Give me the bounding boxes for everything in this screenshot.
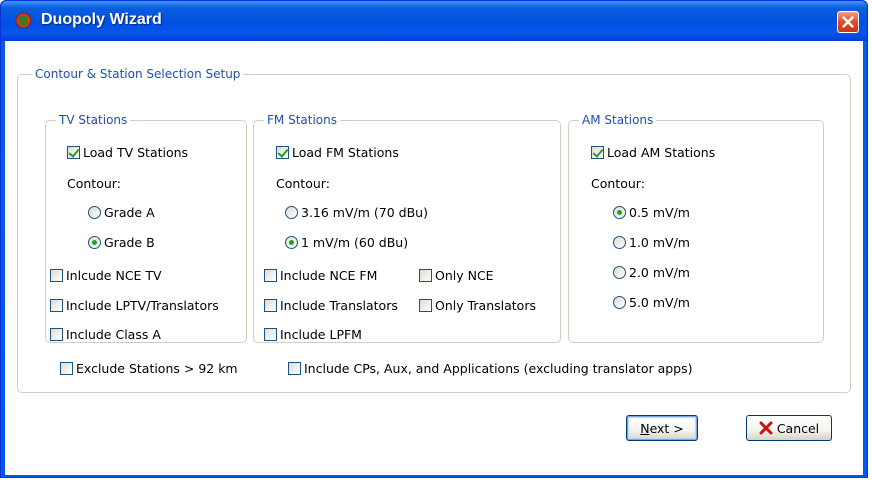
tv-stations-group: TV Stations Load TV Stations Contour: Gr… <box>45 113 247 343</box>
title-bar[interactable]: Duopoly Wizard <box>1 1 867 41</box>
radio-circle[interactable] <box>613 296 626 309</box>
radio-circle[interactable] <box>613 206 626 219</box>
am-50-radio[interactable]: 5.0 mV/m <box>613 295 690 310</box>
only-translators-label: Only Translators <box>435 298 536 313</box>
include-class-a-checkbox[interactable]: Include Class A <box>50 327 161 342</box>
include-class-a-label: Include Class A <box>66 327 161 342</box>
fm-stations-legend: FM Stations <box>264 113 340 127</box>
include-cps-label: Include CPs, Aux, and Applications (excl… <box>304 361 693 376</box>
fm-70dbu-radio[interactable]: 3.16 mV/m (70 dBu) <box>285 205 428 220</box>
fm-stations-group: FM Stations Load FM Stations Contour: 3.… <box>253 113 561 343</box>
exclude-stations-checkbox[interactable]: Exclude Stations > 92 km <box>60 361 238 376</box>
tv-grade-b-label: Grade B <box>104 235 155 250</box>
am-20-radio[interactable]: 2.0 mV/m <box>613 265 690 280</box>
am-10-radio[interactable]: 1.0 mV/m <box>613 235 690 250</box>
include-nce-fm-label: Include NCE FM <box>280 268 378 283</box>
load-am-stations-checkbox[interactable]: Load AM Stations <box>591 145 715 160</box>
include-lpfm-checkbox[interactable]: Include LPFM <box>264 327 362 342</box>
fm-contour-label: Contour: <box>276 176 330 191</box>
only-nce-label: Only NCE <box>435 268 494 283</box>
cancel-button-label: Cancel <box>776 420 820 436</box>
radio-circle[interactable] <box>88 236 101 249</box>
checkbox-box[interactable] <box>50 269 63 282</box>
checkbox-box[interactable] <box>50 328 63 341</box>
window-title: Duopoly Wizard <box>41 11 162 28</box>
load-am-stations-label: Load AM Stations <box>607 145 716 160</box>
fm-60dbu-label: 1 mV/m (60 dBu) <box>301 235 409 250</box>
include-lptv-label: Include LPTV/Translators <box>66 298 219 313</box>
am-05-label: 0.5 mV/m <box>629 205 690 220</box>
checkbox-box[interactable] <box>67 146 80 159</box>
close-icon <box>842 16 854 28</box>
next-button[interactable]: Next > <box>626 415 698 441</box>
radio-circle[interactable] <box>613 236 626 249</box>
am-stations-legend: AM Stations <box>579 113 657 127</box>
checkbox-box[interactable] <box>264 269 277 282</box>
setup-group-legend: Contour & Station Selection Setup <box>32 67 244 81</box>
radio-circle[interactable] <box>285 206 298 219</box>
load-tv-stations-checkbox[interactable]: Load TV Stations <box>67 145 188 160</box>
include-cps-checkbox[interactable]: Include CPs, Aux, and Applications (excl… <box>288 361 693 376</box>
am-10-label: 1.0 mV/m <box>629 235 690 250</box>
checkbox-box[interactable] <box>276 146 289 159</box>
tv-grade-a-label: Grade A <box>104 205 155 220</box>
tv-grade-a-radio[interactable]: Grade A <box>88 205 155 220</box>
app-icon <box>15 12 32 29</box>
am-05-radio[interactable]: 0.5 mV/m <box>613 205 690 220</box>
am-contour-label: Contour: <box>591 176 645 191</box>
fm-60dbu-radio[interactable]: 1 mV/m (60 dBu) <box>285 235 408 250</box>
fm-70dbu-label: 3.16 mV/m (70 dBu) <box>301 205 428 220</box>
checkbox-box[interactable] <box>264 299 277 312</box>
radio-circle[interactable] <box>285 236 298 249</box>
load-fm-stations-checkbox[interactable]: Load FM Stations <box>276 145 399 160</box>
checkbox-box[interactable] <box>419 299 432 312</box>
am-20-label: 2.0 mV/m <box>629 265 690 280</box>
am-stations-group: AM Stations Load AM Stations Contour: 0.… <box>568 113 824 343</box>
checkbox-box[interactable] <box>264 328 277 341</box>
tv-stations-legend: TV Stations <box>56 113 131 127</box>
radio-circle[interactable] <box>613 266 626 279</box>
setup-group: Contour & Station Selection Setup TV Sta… <box>17 67 851 393</box>
include-translators-checkbox[interactable]: Include Translators <box>264 298 398 313</box>
cancel-button[interactable]: Cancel <box>746 415 832 441</box>
load-tv-stations-label: Load TV Stations <box>83 145 189 160</box>
include-nce-tv-checkbox[interactable]: Inlcude NCE TV <box>50 268 162 283</box>
checkbox-box[interactable] <box>419 269 432 282</box>
dialog-client-area: Contour & Station Selection Setup TV Sta… <box>5 41 863 475</box>
include-translators-label: Include Translators <box>280 298 398 313</box>
load-fm-stations-label: Load FM Stations <box>292 145 399 160</box>
checkbox-box[interactable] <box>591 146 604 159</box>
include-lptv-checkbox[interactable]: Include LPTV/Translators <box>50 298 219 313</box>
am-50-label: 5.0 mV/m <box>629 295 690 310</box>
tv-contour-label: Contour: <box>67 176 121 191</box>
tv-grade-b-radio[interactable]: Grade B <box>88 235 155 250</box>
checkbox-box[interactable] <box>60 362 73 375</box>
exclude-stations-label: Exclude Stations > 92 km <box>76 361 238 376</box>
dialog-window: Duopoly Wizard Contour & Station Selecti… <box>0 0 868 478</box>
only-nce-checkbox[interactable]: Only NCE <box>419 268 494 283</box>
close-button[interactable] <box>837 11 859 33</box>
next-button-label: Next > <box>640 420 684 436</box>
include-lpfm-label: Include LPFM <box>280 327 362 342</box>
radio-circle[interactable] <box>88 206 101 219</box>
checkbox-box[interactable] <box>288 362 301 375</box>
checkbox-box[interactable] <box>50 299 63 312</box>
include-nce-fm-checkbox[interactable]: Include NCE FM <box>264 268 377 283</box>
only-translators-checkbox[interactable]: Only Translators <box>419 298 536 313</box>
include-nce-tv-label: Inlcude NCE TV <box>66 268 162 283</box>
cancel-x-icon <box>759 421 773 435</box>
